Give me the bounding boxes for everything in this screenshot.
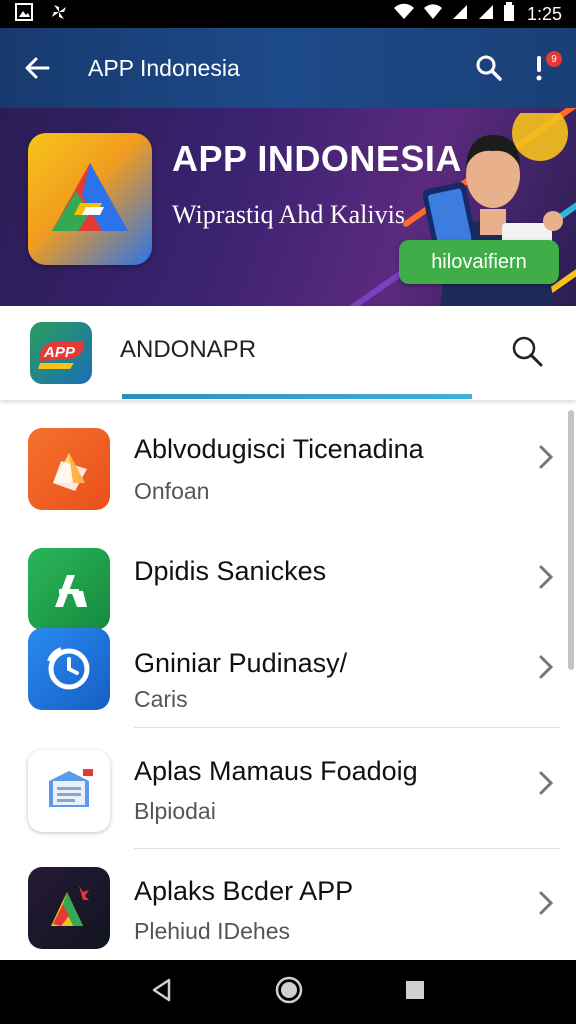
- status-bar: 1:25: [0, 0, 576, 28]
- signal-icon-2: [477, 3, 495, 26]
- search-icon: [512, 336, 543, 367]
- wifi-icon: [393, 3, 415, 26]
- search-bar[interactable]: APP ANDONAPR: [0, 306, 576, 400]
- banner-subtitle: Wiprastiq Ahd Kalivis: [172, 200, 405, 229]
- app-bar-title: APP Indonesia: [88, 54, 240, 81]
- app-small-logo: APP: [30, 322, 92, 384]
- app-subtitle: Plehiud IDehes: [134, 918, 290, 944]
- nav-home-button[interactable]: [274, 975, 304, 1010]
- image-notification-icon: [14, 2, 34, 27]
- circle-home-icon: [275, 976, 303, 1003]
- app-subtitle: Caris: [134, 686, 188, 712]
- search-button[interactable]: [464, 54, 514, 82]
- app-title: Ablvodugisci Ticenadina: [134, 434, 424, 464]
- app-bar: APP Indonesia 9: [0, 28, 576, 108]
- app-title: Aplaks Bcder APP: [134, 876, 354, 906]
- notifications-button[interactable]: 9: [514, 51, 564, 83]
- notification-badge: 9: [546, 51, 562, 67]
- alert-icon: [536, 56, 542, 81]
- chevron-right-icon: [539, 771, 554, 795]
- chevron-right-icon: [539, 445, 554, 469]
- list-divider: [134, 848, 560, 849]
- battery-icon: [503, 1, 515, 27]
- letter-a-app-icon: [28, 548, 110, 630]
- square-recents-icon: [405, 980, 424, 999]
- app-title: Dpidis Sanickes: [134, 556, 327, 586]
- active-tab-indicator: [122, 394, 472, 399]
- list-item[interactable]: Gniniar Pudinasy/ Caris: [0, 628, 570, 728]
- triangle-back-icon: [153, 978, 171, 1001]
- nav-back-button[interactable]: [149, 977, 175, 1008]
- list-item[interactable]: Dpidis Sanickes: [0, 540, 570, 630]
- app-badge-text: APP: [43, 344, 76, 361]
- nav-recents-button[interactable]: [403, 978, 427, 1007]
- search-submit-button[interactable]: [510, 334, 544, 373]
- chevron-right-icon: [539, 655, 554, 679]
- document-app-icon: [28, 428, 110, 510]
- list-item[interactable]: Ablvodugisci Ticenadina Onfoan: [0, 410, 570, 530]
- clock-time: 1:25: [526, 3, 562, 24]
- back-button[interactable]: [0, 54, 74, 82]
- chevron-right-icon: [539, 565, 554, 589]
- app-title: Aplas Mamaus Foadoig: [134, 756, 418, 786]
- system-nav-bar: [0, 960, 576, 1024]
- wifi-icon-2: [423, 3, 443, 26]
- clock-app-icon: [28, 628, 110, 710]
- app-logo: [28, 133, 152, 265]
- app-logo-icon: [52, 163, 128, 231]
- app-subtitle: Onfoan: [134, 478, 210, 504]
- app-badge-icon: APP: [38, 341, 85, 369]
- banner-action-button[interactable]: hilovaifiern: [399, 240, 559, 284]
- triangle-app-icon: [28, 867, 110, 949]
- list-item[interactable]: Aplaks Bcder APP Plehiud IDehes: [0, 860, 570, 960]
- arrow-left-icon: [25, 57, 50, 79]
- list-item[interactable]: Aplas Mamaus Foadoig Blpiodai: [0, 740, 570, 848]
- search-query[interactable]: ANDONAPR: [120, 336, 256, 364]
- chevron-right-icon: [539, 891, 554, 915]
- search-icon: [476, 55, 502, 81]
- signal-icon: [451, 3, 469, 26]
- pinwheel-notification-icon: [50, 3, 68, 26]
- inbox-app-icon: [28, 750, 110, 832]
- app-title: Gniniar Pudinasy/: [134, 648, 348, 678]
- banner-title: APP INDONESIA: [172, 138, 462, 179]
- list-divider: [134, 727, 560, 728]
- app-subtitle: Blpiodai: [134, 798, 216, 824]
